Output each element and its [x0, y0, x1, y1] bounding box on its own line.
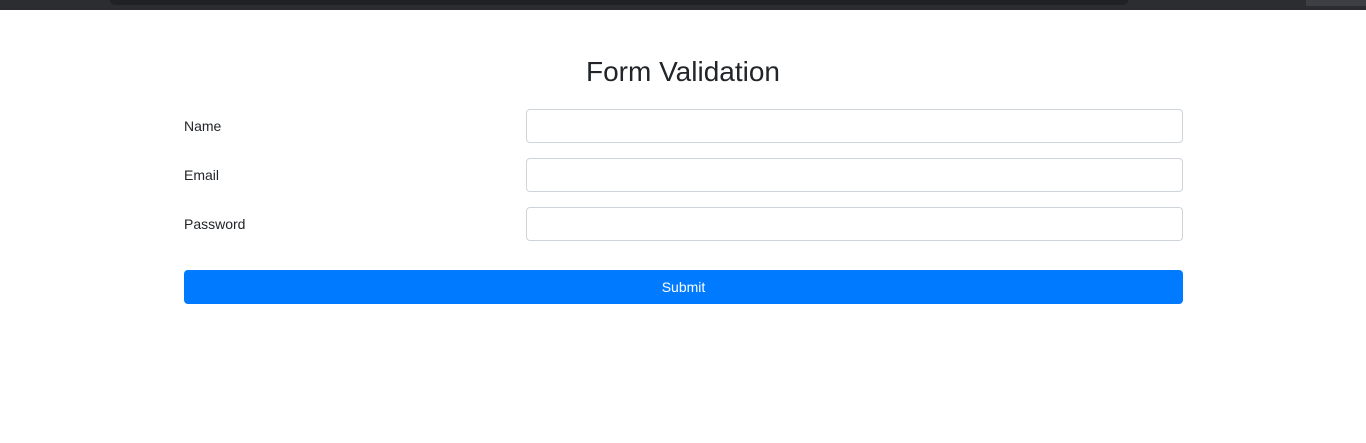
browser-chrome-strip — [0, 0, 1366, 10]
name-label: Name — [184, 118, 222, 134]
name-row: Name — [184, 109, 1183, 143]
password-field[interactable] — [526, 207, 1183, 241]
browser-address-bar — [110, 0, 1128, 5]
password-label: Password — [184, 216, 246, 232]
email-label: Email — [184, 167, 220, 183]
submit-button[interactable]: Submit — [184, 270, 1183, 304]
name-field[interactable] — [526, 109, 1183, 143]
email-field[interactable] — [526, 158, 1183, 192]
page-title: Form Validation — [585, 56, 780, 87]
email-row: Email — [184, 158, 1183, 192]
password-row: Password — [184, 207, 1183, 241]
browser-toolbar-edge — [1306, 0, 1366, 6]
